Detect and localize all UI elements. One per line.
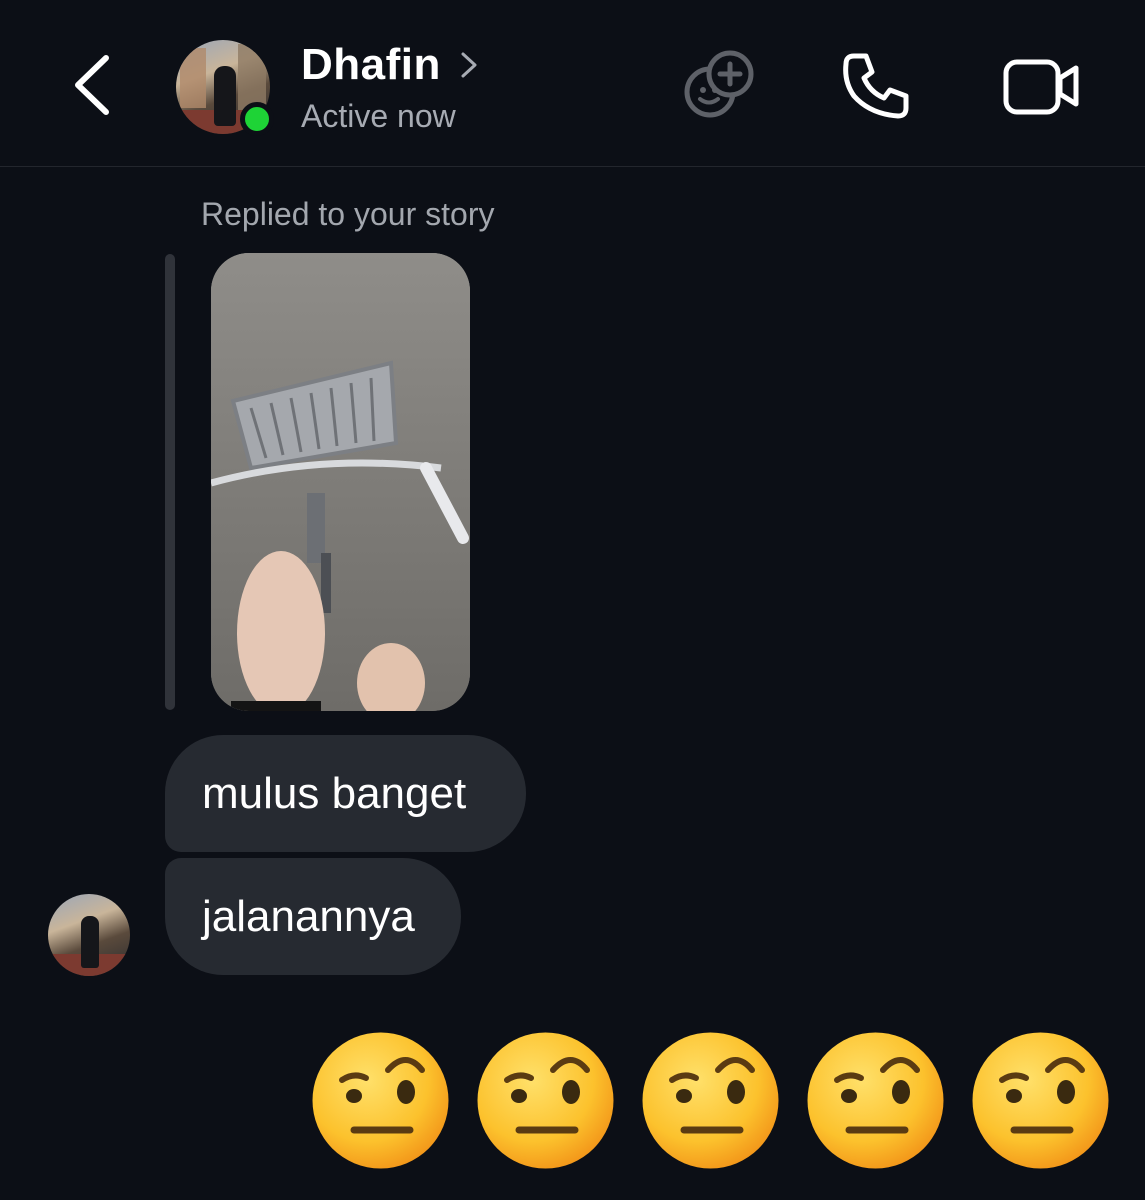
message-bubble[interactable]: mulus banget	[165, 735, 526, 852]
bicycle-story-image	[211, 253, 470, 711]
back-chevron-icon[interactable]	[62, 50, 122, 120]
active-status: Active now	[301, 98, 456, 134]
story-thumbnail[interactable]	[211, 253, 470, 711]
story-reply-label: Replied to your story	[201, 196, 495, 232]
chat-header: Dhafin Active now	[0, 0, 1145, 167]
games-icon[interactable]	[680, 48, 754, 122]
sender-avatar[interactable]	[48, 894, 130, 976]
phone-icon[interactable]	[840, 50, 912, 122]
raised-eyebrow-emoji-icon	[807, 1032, 944, 1169]
message-text: jalanannya	[202, 891, 415, 941]
name-chevron-icon	[461, 52, 477, 78]
contact-avatar[interactable]	[176, 40, 274, 136]
online-indicator	[240, 102, 274, 136]
raised-eyebrow-emoji-icon	[642, 1032, 779, 1169]
reply-indicator-bar	[165, 254, 175, 710]
emoji-reply-row[interactable]	[310, 1030, 1111, 1171]
raised-eyebrow-emoji-icon	[972, 1032, 1109, 1169]
video-camera-icon[interactable]	[1002, 54, 1080, 118]
contact-name-button[interactable]: Dhafin	[301, 40, 479, 90]
raised-eyebrow-emoji-icon	[312, 1032, 449, 1169]
contact-name: Dhafin	[301, 40, 441, 89]
message-text: mulus banget	[202, 768, 467, 818]
raised-eyebrow-emoji-icon	[477, 1032, 614, 1169]
message-bubble[interactable]: jalanannya	[165, 858, 461, 975]
